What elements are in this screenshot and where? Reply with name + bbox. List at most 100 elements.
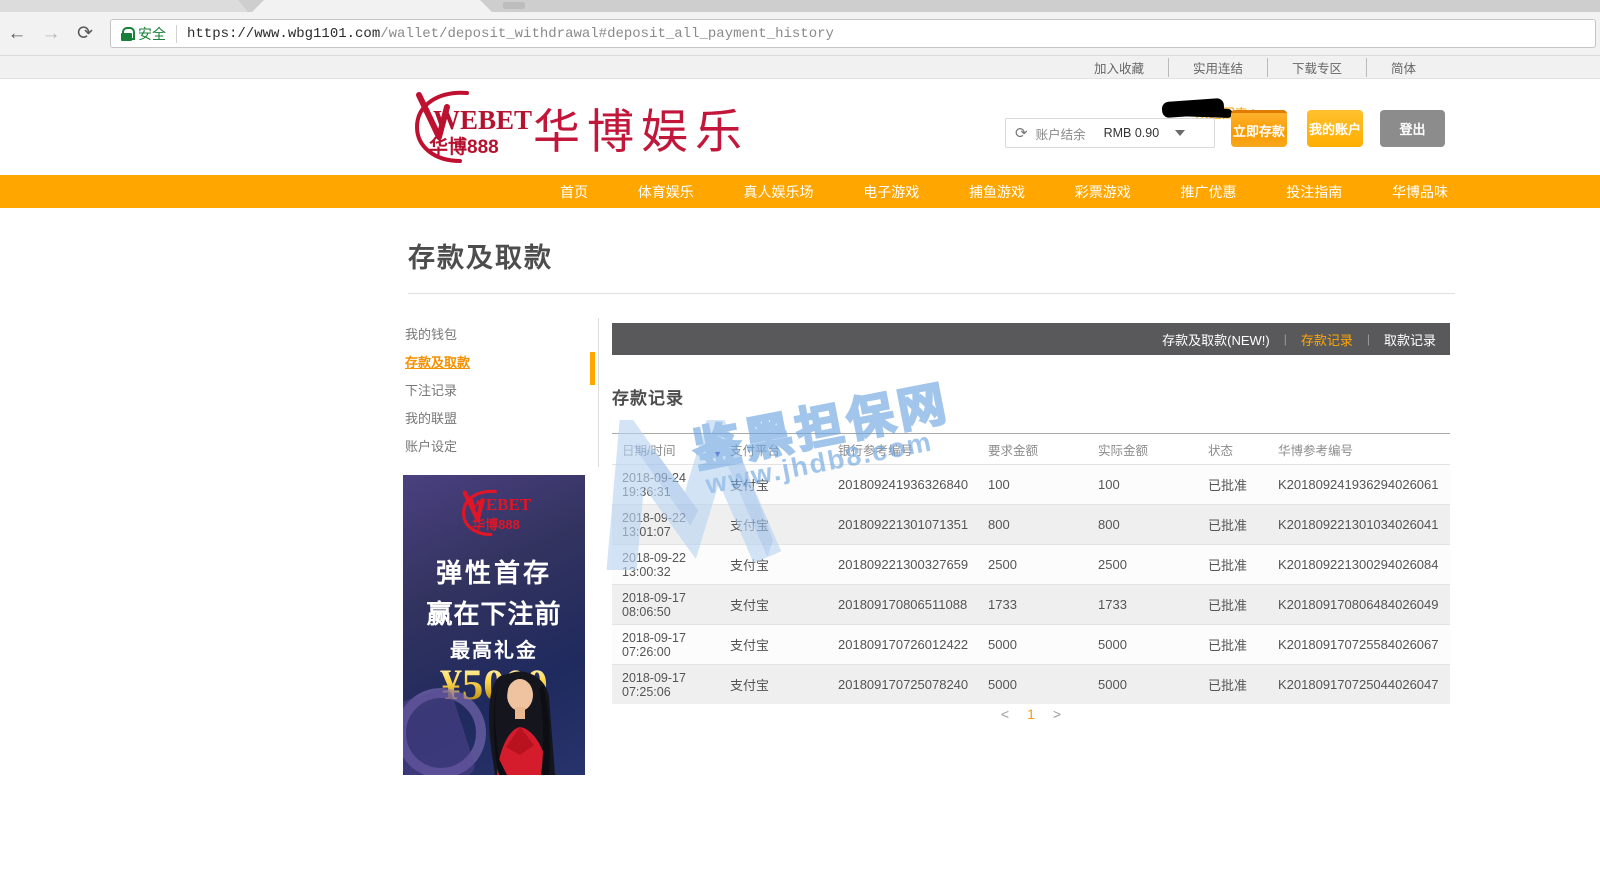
cell-date: 2018-09-1707:26:00	[612, 631, 730, 659]
deposit-table: 日期/时间▼ 支付平台 银行参考编号 要求金额 实际金额 状态 华博参考编号 2…	[612, 433, 1450, 704]
panel-tab[interactable]: 存款及取款(NEW!)	[1162, 330, 1270, 349]
cell-platform: 支付宝	[730, 675, 838, 694]
main-nav: 首页 体育娱乐 真人娱乐场 电子游戏 捕鱼游戏 彩票游戏 推广优惠 投注指南 华博品味	[0, 175, 1600, 208]
col-platform: 支付平台	[730, 440, 838, 459]
nav-item[interactable]: 捕鱼游戏	[969, 182, 1025, 202]
redacted-username	[1162, 98, 1225, 118]
table-row[interactable]: 2018-09-2213:01:07 支付宝 20180922130107135…	[612, 504, 1450, 544]
browser-background-tab[interactable]	[0, 0, 248, 12]
cell-date: 2018-09-1707:25:06	[612, 671, 730, 699]
refresh-balance-icon[interactable]: ⟳	[1015, 126, 1028, 141]
panel-tab[interactable]: 取款记录	[1384, 330, 1436, 349]
url-path: /wallet/deposit_withdrawal#deposit_all_p…	[380, 26, 834, 42]
sidebar-item[interactable]: 我的联盟	[405, 407, 585, 435]
table-row[interactable]: 2018-09-1707:25:06 支付宝 20180917072507824…	[612, 664, 1450, 704]
cell-date: 2018-09-2213:00:32	[612, 551, 730, 579]
lock-icon	[121, 27, 132, 41]
section-title: 存款记录	[612, 384, 684, 409]
cell-status: 已批准	[1208, 515, 1278, 534]
chevron-down-icon[interactable]	[1175, 130, 1185, 136]
nav-item[interactable]: 体育娱乐	[638, 182, 694, 202]
deposit-now-button[interactable]: 立即存款	[1231, 110, 1287, 147]
reload-icon[interactable]: ⟳	[68, 22, 102, 45]
banner-logo: WEBET 华博888	[403, 483, 585, 547]
browser-tab-strip	[0, 0, 1600, 12]
sidebar-item[interactable]: 我的钱包	[405, 323, 585, 351]
table-row[interactable]: 2018-09-2213:00:32 支付宝 20180922130032765…	[612, 544, 1450, 584]
cell-bank-ref: 201809170806511088	[838, 597, 988, 612]
nav-item[interactable]: 投注指南	[1286, 182, 1342, 202]
cell-bank-ref: 201809170726012422	[838, 637, 988, 652]
utility-link[interactable]: 简体	[1366, 58, 1440, 77]
table-row[interactable]: 2018-09-2419:36:31 支付宝 20180924193632684…	[612, 464, 1450, 504]
site-logo[interactable]: WEBET 华博888 华博娱乐	[405, 85, 749, 169]
col-requested: 要求金额	[988, 440, 1098, 459]
utility-link[interactable]: 下载专区	[1267, 58, 1366, 77]
promo-banner[interactable]: WEBET 华博888 弹性首存 赢在下注前 最高礼金 ¥5000	[403, 475, 585, 775]
sidebar-active-indicator	[590, 352, 595, 385]
nav-item[interactable]: 彩票游戏	[1075, 182, 1131, 202]
utility-bar: 加入收藏实用连结下载专区简体	[0, 56, 1600, 79]
url-bar[interactable]: 安全 https://www.wbg1101.com/wallet/deposi…	[110, 19, 1596, 48]
cell-platform: 支付宝	[730, 635, 838, 654]
cell-status: 已批准	[1208, 595, 1278, 614]
forward-icon[interactable]: →	[34, 23, 68, 45]
col-webet-ref: 华博参考编号	[1278, 440, 1450, 459]
utility-links: 加入收藏实用连结下载专区简体	[0, 56, 1600, 78]
nav-item[interactable]: 推广优惠	[1181, 182, 1237, 202]
cell-actual: 800	[1098, 517, 1208, 532]
cell-actual: 100	[1098, 477, 1208, 492]
page-prev[interactable]: <	[1001, 706, 1009, 722]
my-account-button[interactable]: 我的账户	[1307, 110, 1363, 147]
pagination: < 1 >	[612, 706, 1450, 722]
nav-item[interactable]: 华博品味	[1392, 182, 1448, 202]
table-row[interactable]: 2018-09-1707:26:00 支付宝 20180917072601242…	[612, 624, 1450, 664]
page-current[interactable]: 1	[1027, 706, 1035, 722]
banner-line2: 赢在下注前	[403, 594, 585, 631]
cell-date: 2018-09-2213:01:07	[612, 511, 730, 539]
browser-tab-favicon	[503, 2, 525, 9]
col-status: 状态	[1208, 440, 1278, 459]
cell-bank-ref: 201809221300327659	[838, 557, 988, 572]
nav-item[interactable]: 首页	[560, 182, 588, 202]
table-body: 2018-09-2419:36:31 支付宝 20180924193632684…	[612, 464, 1450, 704]
url-host: https://www.wbg1101.com	[187, 26, 380, 42]
balance-label: 账户结余	[1036, 124, 1086, 143]
title-divider	[408, 293, 1455, 294]
sidebar-item[interactable]: 账户设定	[405, 435, 585, 463]
sidebar-menu: 我的钱包存款及取款下注记录我的联盟账户设定	[405, 323, 585, 463]
cell-platform: 支付宝	[730, 595, 838, 614]
url-separator	[176, 25, 177, 43]
back-icon[interactable]: ←	[0, 23, 34, 45]
cell-date: 2018-09-1708:06:50	[612, 591, 730, 619]
cell-actual: 5000	[1098, 637, 1208, 652]
banner-webet-text: WEBET	[409, 495, 585, 515]
cell-bank-ref: 201809241936326840	[838, 477, 988, 492]
cell-actual: 1733	[1098, 597, 1208, 612]
sidebar-item[interactable]: 下注记录	[405, 379, 585, 407]
cell-requested: 100	[988, 477, 1098, 492]
col-bank-ref: 银行参考编号	[838, 440, 988, 459]
table-row[interactable]: 2018-09-1708:06:50 支付宝 20180917080651108…	[612, 584, 1450, 624]
panel-tabbar: 存款及取款(NEW!)|存款记录|取款记录	[612, 323, 1450, 355]
utility-link[interactable]: 实用连结	[1168, 58, 1267, 77]
panel-tab[interactable]: 存款记录	[1301, 330, 1353, 349]
cell-requested: 800	[988, 517, 1098, 532]
table-header-row: 日期/时间▼ 支付平台 银行参考编号 要求金额 实际金额 状态 华博参考编号	[612, 433, 1450, 464]
balance-widget[interactable]: ⟳ 账户结余 RMB 0.90	[1005, 118, 1215, 148]
cell-status: 已批准	[1208, 675, 1278, 694]
nav-item[interactable]: 真人娱乐场	[744, 182, 814, 202]
page-next[interactable]: >	[1053, 706, 1061, 722]
cell-status: 已批准	[1208, 635, 1278, 654]
sidebar-divider	[598, 318, 599, 467]
logout-button[interactable]: 登出	[1380, 110, 1445, 147]
utility-link[interactable]: 加入收藏	[1070, 58, 1168, 77]
nav-item[interactable]: 电子游戏	[863, 182, 919, 202]
cell-status: 已批准	[1208, 475, 1278, 494]
cell-bank-ref: 201809170725078240	[838, 677, 988, 692]
tab-separator: |	[1367, 332, 1370, 346]
sidebar-item[interactable]: 存款及取款	[405, 351, 585, 379]
browser-active-tab[interactable]	[252, 0, 492, 12]
banner-line1: 弹性首存	[403, 553, 585, 590]
sort-desc-icon[interactable]: ▼	[713, 449, 722, 459]
